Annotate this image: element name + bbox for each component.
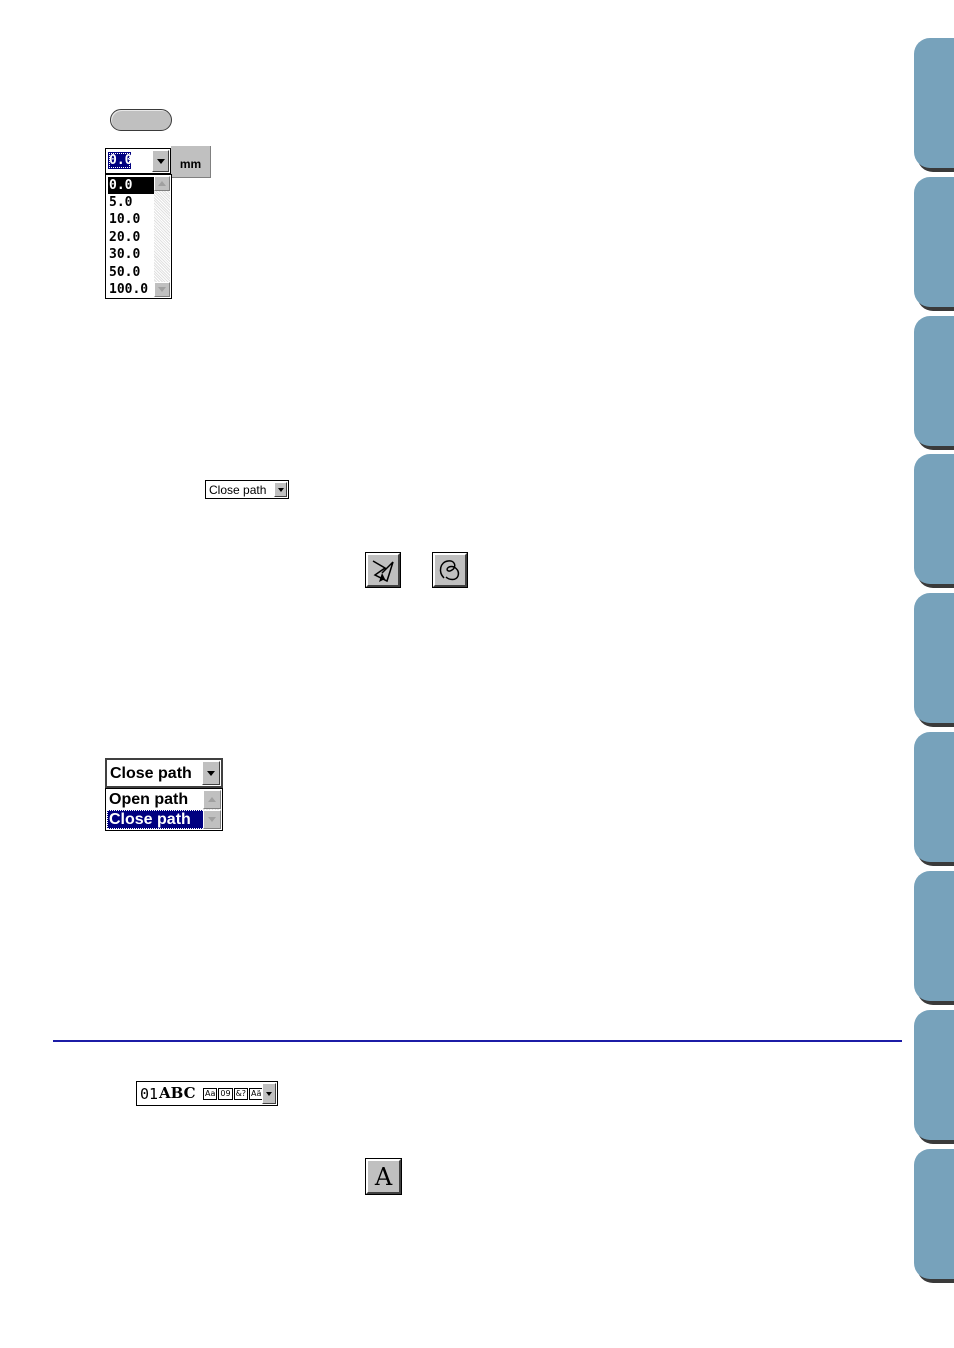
polygon-path-button[interactable] — [365, 552, 401, 588]
side-tab-8[interactable] — [914, 1010, 954, 1140]
distance-options-list: 0.0 5.0 10.0 20.0 30.0 50.0 100.0 — [105, 174, 172, 299]
curve-path-icon — [439, 560, 460, 581]
font-sample: ABC — [159, 1084, 196, 1102]
charset-badge: 09 — [218, 1088, 233, 1100]
scroll-up-button[interactable] — [154, 176, 170, 191]
side-tab-6[interactable] — [914, 732, 954, 862]
path-mode-options-list: Open path Close path — [105, 788, 223, 831]
chevron-down-icon — [277, 487, 284, 492]
side-tab-4[interactable] — [914, 454, 954, 584]
distance-option[interactable]: 5.0 — [108, 194, 156, 211]
path-mode-combobox[interactable]: Close path — [105, 758, 223, 788]
arrow-up-icon — [208, 797, 216, 802]
font-number: 01 — [140, 1085, 159, 1103]
path-option-close[interactable]: Close path — [107, 810, 205, 829]
side-tab-9[interactable] — [914, 1149, 954, 1279]
list-scrollbar[interactable] — [154, 176, 170, 297]
curve-path-button[interactable] — [432, 552, 468, 588]
distance-option[interactable]: 50.0 — [108, 264, 156, 281]
text-tool-icon: A — [374, 1162, 393, 1191]
path-mode-dropdown-button[interactable] — [274, 482, 287, 497]
side-tab-5[interactable] — [914, 593, 954, 723]
font-charset-badges: Aa 09 &? Aä — [203, 1088, 264, 1100]
unit-label: mm — [171, 146, 211, 178]
list-scrollbar[interactable] — [203, 790, 221, 829]
font-combobox[interactable]: 01 ABC Aa 09 &? Aä — [136, 1081, 278, 1106]
path-mode-value: Close path — [209, 483, 267, 497]
chevron-down-icon — [207, 770, 215, 776]
distance-option[interactable]: 100.0 — [108, 281, 156, 298]
distance-value: 0.0 — [108, 152, 133, 169]
text-tool-button[interactable]: A — [365, 1158, 402, 1195]
section-divider — [53, 1040, 902, 1042]
polygon-path-icon — [372, 560, 394, 583]
path-mode-value: Close path — [110, 765, 192, 782]
distance-combobox[interactable]: 0.0 — [105, 148, 171, 174]
chevron-down-icon — [266, 1091, 272, 1096]
charset-badge: Aa — [203, 1088, 218, 1100]
side-tab-1[interactable] — [914, 38, 954, 168]
distance-option[interactable]: 10.0 — [108, 211, 156, 228]
path-mode-dropdown-button[interactable] — [202, 761, 220, 785]
font-dropdown-button[interactable] — [262, 1083, 276, 1104]
side-tab-3[interactable] — [914, 316, 954, 446]
distance-dropdown-button[interactable] — [152, 150, 169, 172]
scroll-down-button[interactable] — [154, 282, 170, 297]
arrow-down-icon — [158, 287, 166, 292]
path-option-open[interactable]: Open path — [107, 790, 205, 809]
distance-option[interactable]: 20.0 — [108, 229, 156, 246]
path-mode-combobox-small[interactable]: Close path — [205, 480, 289, 499]
distance-option[interactable]: 0.0 — [108, 177, 156, 194]
scroll-up-button[interactable] — [203, 790, 221, 809]
arrow-down-icon — [208, 817, 216, 822]
charset-badge: &? — [233, 1088, 249, 1100]
side-tab-7[interactable] — [914, 871, 954, 1001]
scroll-down-button[interactable] — [203, 810, 221, 829]
arrow-up-icon — [158, 181, 166, 186]
distance-option[interactable]: 30.0 — [108, 246, 156, 263]
chevron-down-icon — [156, 158, 165, 164]
pill-button[interactable] — [110, 109, 172, 131]
side-tab-2[interactable] — [914, 177, 954, 307]
